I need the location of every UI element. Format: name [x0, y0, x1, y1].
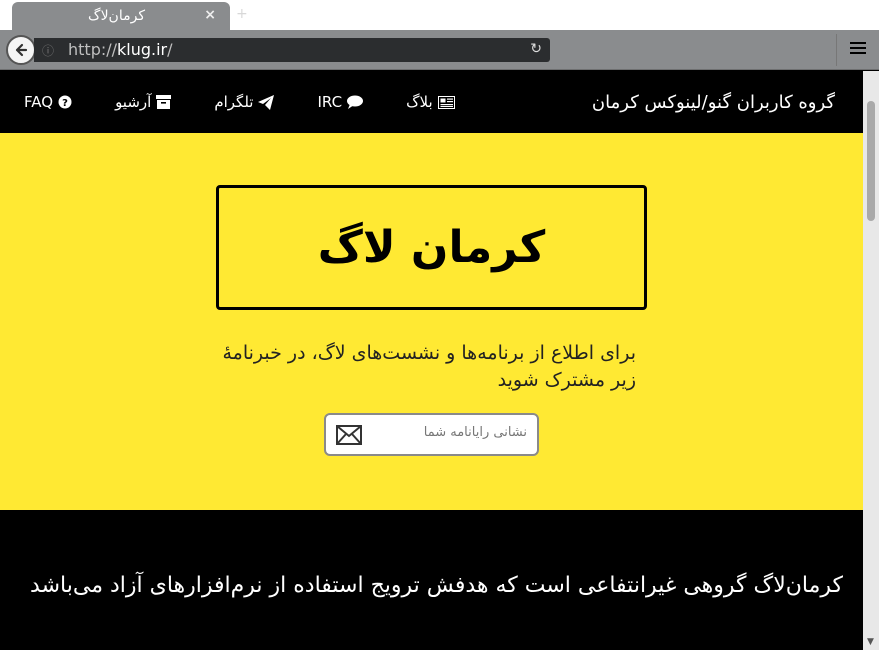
- new-tab-button[interactable]: +: [236, 6, 248, 22]
- site-navbar: FAQ ? آرشیو تلگرام IRC بلاگ گروه کاربران…: [0, 71, 863, 133]
- envelope-icon[interactable]: [336, 425, 362, 445]
- arrow-left-icon: [15, 43, 28, 57]
- nav-menu: FAQ ? آرشیو تلگرام IRC بلاگ: [24, 93, 498, 111]
- nav-label: بلاگ: [406, 93, 433, 111]
- nav-item-archive[interactable]: آرشیو: [115, 93, 176, 111]
- about-section: کرمان‌لاگ گروهی غیرانتفاعی است که هدفش ت…: [0, 510, 863, 650]
- svg-text:?: ?: [62, 98, 68, 109]
- newsletter-email-field[interactable]: [324, 413, 539, 456]
- browser-tab[interactable]: کرمان‌لاگ ×: [12, 2, 230, 30]
- scrollbar-thumb[interactable]: [867, 101, 875, 221]
- nav-label: آرشیو: [115, 93, 152, 111]
- hero-title: کرمان لاگ: [317, 222, 546, 273]
- info-icon[interactable]: ⓘ: [42, 42, 54, 59]
- back-button[interactable]: [6, 35, 36, 65]
- question-circle-icon: ?: [58, 95, 72, 109]
- nav-label: IRC: [317, 93, 343, 111]
- about-text: کرمان‌لاگ گروهی غیرانتفاعی است که هدفش ت…: [30, 573, 843, 598]
- nav-item-blog[interactable]: بلاگ: [406, 93, 460, 111]
- paper-plane-icon: [258, 94, 275, 110]
- scroll-down-arrow-icon[interactable]: ▼: [867, 637, 874, 647]
- archive-icon: [156, 95, 172, 109]
- comment-icon: [347, 95, 364, 109]
- nav-item-telegram[interactable]: تلگرام: [214, 93, 279, 111]
- browser-tabbar: کرمان‌لاگ × +: [0, 0, 879, 30]
- nav-item-irc[interactable]: IRC: [317, 93, 368, 111]
- nav-label: FAQ: [24, 93, 54, 111]
- site-brand[interactable]: گروه کاربران گنو/لینوکس کرمان: [592, 92, 835, 113]
- hamburger-menu-icon[interactable]: [850, 42, 866, 56]
- close-tab-icon[interactable]: ×: [204, 7, 216, 23]
- nav-label: تلگرام: [214, 93, 254, 111]
- reload-icon[interactable]: ↻: [530, 41, 542, 57]
- newsletter-subtitle: برای اطلاع از برنامه‌ها و نشست‌های لاگ، …: [222, 342, 636, 391]
- title-box: کرمان لاگ: [216, 185, 647, 310]
- email-input[interactable]: [387, 425, 527, 440]
- browser-toolbar: ⓘ http://klug.ir/ ↻: [0, 30, 879, 70]
- toolbar-divider: [836, 34, 837, 66]
- page-viewport: FAQ ? آرشیو تلگرام IRC بلاگ گروه کاربران…: [0, 71, 863, 650]
- hero-section: کرمان لاگ برای اطلاع از برنامه‌ها و نشست…: [0, 133, 863, 510]
- newspaper-icon: [437, 95, 455, 109]
- vertical-scrollbar[interactable]: ▼: [863, 71, 879, 650]
- url-text[interactable]: http://klug.ir/: [68, 40, 173, 59]
- nav-item-faq[interactable]: FAQ ?: [24, 93, 77, 111]
- tab-title: کرمان‌لاگ: [88, 8, 145, 24]
- address-bar[interactable]: ⓘ http://klug.ir/ ↻: [34, 38, 550, 62]
